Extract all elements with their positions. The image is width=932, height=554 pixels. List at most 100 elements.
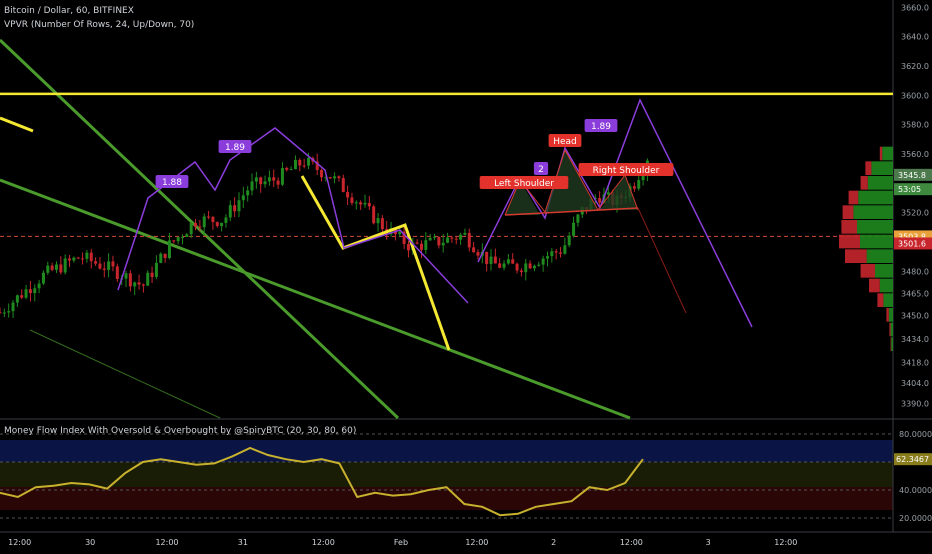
candle-body bbox=[224, 217, 228, 223]
candle-body bbox=[63, 258, 67, 273]
candle-body bbox=[15, 295, 19, 303]
candle-body bbox=[476, 252, 480, 256]
candle-body bbox=[250, 181, 254, 191]
vpvr-up-bar bbox=[866, 249, 893, 263]
price-axis-tick: 3600.0 bbox=[901, 91, 929, 100]
candle-body bbox=[54, 264, 58, 270]
candle-body bbox=[72, 257, 76, 261]
candle-body bbox=[59, 264, 63, 273]
price-axis-tick: 3580.0 bbox=[901, 121, 929, 130]
price-axis-tick: 3465.0 bbox=[901, 289, 929, 298]
candle-body bbox=[85, 252, 89, 259]
candle-body bbox=[298, 159, 302, 166]
vpvr-down-bar bbox=[848, 190, 859, 205]
mfi-value-label: 62.3467 bbox=[896, 455, 929, 464]
candle-body bbox=[194, 223, 198, 227]
vpvr-up-bar bbox=[858, 190, 893, 205]
candle-body bbox=[172, 240, 176, 242]
vpvr-down-bar bbox=[839, 234, 860, 249]
candle-body bbox=[519, 270, 523, 273]
mfi-title: Money Flow Index With Oversold & Overbou… bbox=[4, 426, 357, 436]
candle-body bbox=[302, 165, 306, 167]
candle-body bbox=[433, 236, 437, 238]
price-axis-tick: 3660.0 bbox=[901, 3, 929, 12]
candle-body bbox=[350, 197, 354, 203]
candle-body bbox=[280, 168, 284, 185]
candle-body bbox=[107, 261, 111, 270]
price-axis-tick: 3620.0 bbox=[901, 62, 929, 71]
candle-body bbox=[502, 263, 506, 268]
candle-body bbox=[146, 272, 150, 286]
candle-body bbox=[176, 237, 180, 242]
candle-body bbox=[441, 242, 445, 246]
candle-body bbox=[424, 240, 428, 250]
candle-body bbox=[511, 259, 515, 264]
vpvr-title: VPVR (Number Of Rows, 24, Up/Down, 70) bbox=[4, 20, 195, 30]
candle-body bbox=[272, 177, 276, 181]
price-axis-tick: 3418.0 bbox=[901, 358, 929, 367]
price-axis-tick: 3404.0 bbox=[901, 379, 929, 388]
candle-body bbox=[328, 177, 332, 179]
vpvr-down-bar bbox=[842, 205, 854, 219]
candle-body bbox=[211, 216, 215, 223]
mfi-axis-tick: 20.0000 bbox=[899, 514, 932, 523]
candle-body bbox=[406, 244, 410, 251]
vpvr-down-bar bbox=[889, 322, 891, 337]
time-axis-tick: 12:00 bbox=[774, 538, 797, 547]
price-label: 3545.8 bbox=[898, 171, 926, 180]
vpvr-down-bar bbox=[860, 264, 875, 278]
candle-body bbox=[337, 176, 341, 179]
candle-body bbox=[545, 256, 549, 259]
candle-body bbox=[598, 198, 602, 203]
annotation-label: 1.89 bbox=[225, 143, 245, 153]
candle-body bbox=[467, 232, 471, 248]
candle-body bbox=[220, 222, 224, 227]
price-axis-tick: 3434.0 bbox=[901, 335, 929, 344]
annotation-label: 1.89 bbox=[591, 122, 611, 132]
time-axis-tick: 30 bbox=[85, 538, 95, 547]
time-axis-tick: 2 bbox=[551, 538, 556, 547]
candle-body bbox=[263, 181, 267, 185]
vpvr-up-bar bbox=[867, 176, 893, 190]
vpvr-up-bar bbox=[860, 234, 893, 249]
candle-body bbox=[267, 177, 271, 182]
time-axis-tick: 12:00 bbox=[312, 538, 335, 547]
candle-body bbox=[472, 247, 476, 253]
candle-body bbox=[576, 214, 580, 223]
vpvr-down-bar bbox=[841, 220, 857, 234]
vpvr-down-bar bbox=[886, 308, 889, 322]
candle-body bbox=[372, 206, 376, 224]
time-axis-tick: 31 bbox=[238, 538, 248, 547]
candle-body bbox=[363, 202, 367, 205]
candle-body bbox=[354, 202, 358, 204]
candle-body bbox=[428, 237, 432, 241]
candle-body bbox=[559, 252, 563, 254]
candle-body bbox=[524, 263, 528, 273]
candle-body bbox=[307, 158, 311, 166]
candle-body bbox=[7, 311, 11, 313]
candle-body bbox=[28, 289, 32, 294]
candle-body bbox=[207, 216, 211, 218]
candle-body bbox=[163, 253, 167, 259]
candle-body bbox=[419, 243, 423, 250]
candle-body bbox=[259, 177, 263, 185]
candle-body bbox=[489, 256, 493, 264]
candle-body bbox=[241, 195, 245, 201]
candle-body bbox=[320, 169, 324, 178]
annotation-label: 2 bbox=[538, 165, 544, 175]
candle-body bbox=[81, 258, 85, 260]
candle-body bbox=[189, 223, 193, 235]
time-axis-tick: 12:00 bbox=[465, 538, 488, 547]
candle-body bbox=[128, 273, 132, 287]
candle-body bbox=[341, 178, 345, 193]
vpvr-down-bar bbox=[890, 337, 892, 351]
price-axis-tick: 3640.0 bbox=[901, 33, 929, 42]
price-label: 53:05 bbox=[898, 185, 921, 194]
time-axis-tick: 3 bbox=[706, 538, 711, 547]
candle-body bbox=[0, 312, 2, 314]
candle-body bbox=[133, 282, 137, 287]
time-axis-tick: 12:00 bbox=[620, 538, 643, 547]
candle-body bbox=[137, 282, 141, 285]
candle-body bbox=[493, 256, 497, 264]
candle-body bbox=[180, 236, 184, 238]
